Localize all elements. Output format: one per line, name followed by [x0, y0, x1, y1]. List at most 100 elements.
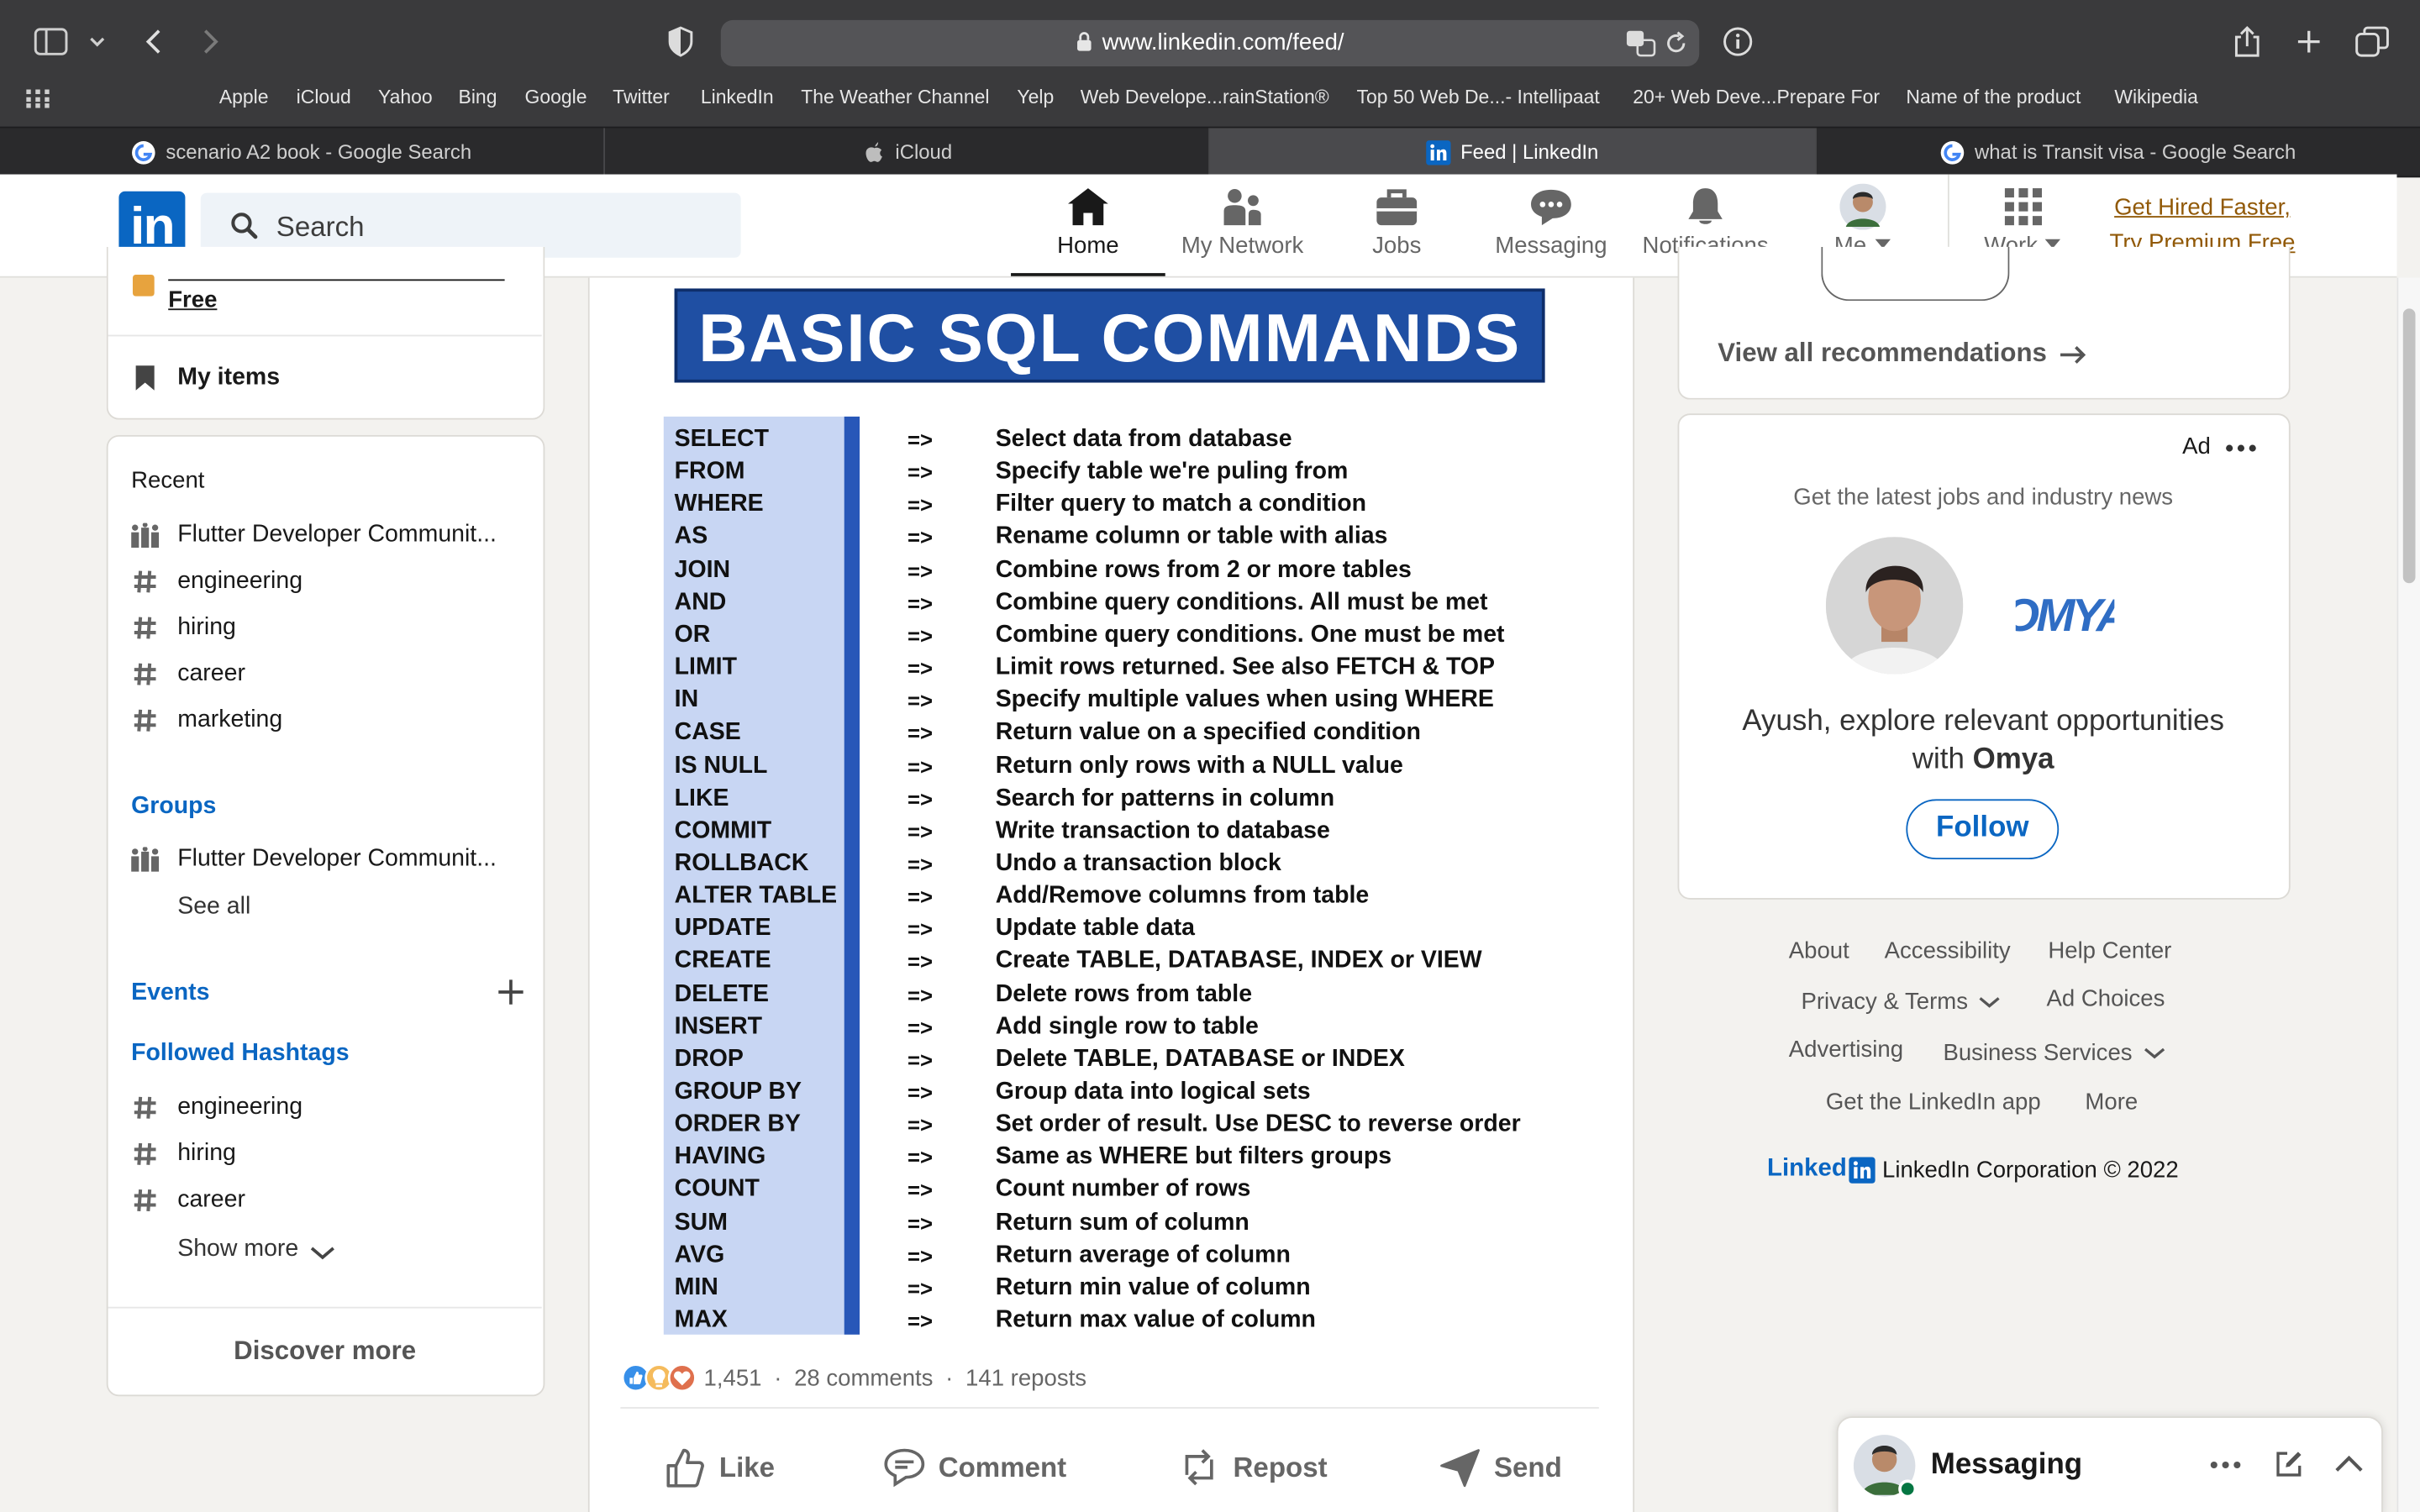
footer-app-link[interactable]: Get the LinkedIn app	[1826, 1089, 2041, 1116]
see-all-groups-link[interactable]: See all	[177, 893, 250, 921]
apple-icon	[861, 139, 886, 164]
sql-arrow: =>	[908, 1047, 934, 1073]
reaction-count[interactable]: 1,451	[704, 1365, 762, 1391]
recent-item-hiring[interactable]: hiring	[131, 614, 236, 642]
sql-arrow: =>	[908, 655, 934, 680]
share-icon[interactable]	[2227, 22, 2267, 62]
nav-jobs[interactable]: Jobs	[1319, 184, 1474, 276]
sidebar-toggle-icon[interactable]	[31, 22, 71, 62]
sql-arrow: =>	[908, 948, 934, 974]
nav-messaging[interactable]: Messaging	[1474, 184, 1628, 276]
footer-ad-choices-link[interactable]: Ad Choices	[2047, 986, 2165, 1012]
group-item-flutter[interactable]: Flutter Developer Communit...	[131, 846, 497, 874]
hashtag-item-engineering[interactable]: engineering	[131, 1094, 302, 1121]
bookmark-brainstation[interactable]: Web Develope...rainStation®	[1081, 87, 1329, 108]
hashtag-item-career[interactable]: career	[131, 1186, 245, 1214]
sql-arrow: =>	[908, 491, 934, 517]
footer-privacy-dropdown[interactable]: Privacy & Terms	[1801, 989, 2000, 1016]
sql-command-description: Update table data	[995, 915, 1196, 942]
footer-business-dropdown[interactable]: Business Services	[1943, 1040, 2165, 1066]
repost-count[interactable]: 141 reposts	[965, 1365, 1086, 1391]
info-icon[interactable]	[1718, 22, 1758, 62]
groups-link[interactable]: Groups	[131, 793, 216, 821]
recent-item-flutter[interactable]: Flutter Developer Communit...	[131, 522, 497, 549]
sql-command-name: MAX	[674, 1306, 728, 1333]
page-scrollbar[interactable]	[2396, 277, 2420, 1512]
bookmark-google[interactable]: Google	[524, 87, 587, 108]
like-button[interactable]: Like	[664, 1441, 775, 1494]
company-logo: OMYA	[2016, 579, 2115, 643]
sql-command-name: HAVING	[674, 1143, 766, 1170]
bookmark-twitter[interactable]: Twitter	[613, 87, 670, 108]
hashtag-icon	[131, 660, 159, 688]
google-icon	[132, 139, 156, 164]
sql-arrow: =>	[908, 1079, 934, 1105]
comment-count[interactable]: 28 comments	[794, 1365, 933, 1391]
bookmark-icloud[interactable]: iCloud	[297, 87, 351, 108]
comment-button[interactable]: Comment	[883, 1441, 1066, 1494]
bookmark-weather-channel[interactable]: The Weather Channel	[801, 87, 989, 108]
new-tab-icon[interactable]	[2289, 22, 2329, 62]
more-options-icon[interactable]	[2226, 444, 2257, 452]
tab-google-search[interactable]: scenario A2 book - Google Search	[0, 128, 605, 176]
messaging-overlay[interactable]: Messaging	[1836, 1416, 2383, 1512]
tab-linkedin-feed[interactable]: Feed | LinkedIn	[1210, 128, 1817, 176]
bookmark-intellipaat[interactable]: Top 50 Web De...- Intellipaat	[1356, 87, 1599, 108]
nav-my-network[interactable]: My Network	[1165, 184, 1320, 276]
hashtag-icon	[131, 614, 159, 642]
reaction-icons[interactable]	[620, 1362, 697, 1394]
address-bar[interactable]: www.linkedin.com/feed/	[720, 19, 1700, 66]
bookmark-product[interactable]: Name of the product	[1906, 87, 2081, 108]
back-icon[interactable]	[133, 22, 173, 62]
sql-command-name: SELECT	[674, 425, 769, 453]
sql-image-title: BASIC SQL COMMANDS	[674, 288, 1545, 383]
tab-overview-icon[interactable]	[2352, 22, 2392, 62]
cut-off-link-underline	[168, 279, 505, 281]
recent-item-engineering[interactable]: engineering	[131, 568, 302, 596]
bookmark-apple[interactable]: Apple	[219, 87, 269, 108]
bookmark-yelp[interactable]: Yelp	[1017, 87, 1054, 108]
followed-hashtags-link[interactable]: Followed Hashtags	[131, 1040, 349, 1068]
reload-icon[interactable]	[1665, 31, 1689, 55]
nav-home[interactable]: Home	[1011, 184, 1165, 276]
events-link[interactable]: Events	[131, 979, 209, 1007]
messaging-title: Messaging	[1930, 1448, 2083, 1482]
bookmark-wikipedia[interactable]: Wikipedia	[2114, 87, 2198, 108]
tab-icloud[interactable]: iCloud	[605, 128, 1210, 176]
footer-accessibility-link[interactable]: Accessibility	[1885, 938, 2011, 964]
premium-cut-link[interactable]: Free	[168, 287, 217, 313]
view-all-recommendations-link[interactable]: View all recommendations	[1718, 338, 2086, 369]
repost-button[interactable]: Repost	[1177, 1441, 1328, 1494]
sql-command-name: WHERE	[674, 491, 764, 517]
chevron-down-icon[interactable]	[77, 22, 118, 62]
more-options-icon[interactable]	[2210, 1461, 2241, 1469]
footer-about-link[interactable]: About	[1789, 938, 1849, 964]
tab-transit-visa[interactable]: what is Transit visa - Google Search	[1817, 128, 2420, 176]
recent-item-marketing[interactable]: marketing	[131, 706, 282, 734]
follow-button-partial[interactable]	[1821, 246, 2010, 302]
bookmark-yahoo[interactable]: Yahoo	[378, 87, 433, 108]
sql-command-description: Return only rows with a NULL value	[995, 753, 1403, 780]
translate-icon[interactable]	[1625, 29, 1656, 57]
follow-button[interactable]: Follow	[1906, 799, 2060, 860]
scrollbar-thumb[interactable]	[2402, 308, 2416, 584]
chevron-up-icon[interactable]	[2333, 1455, 2365, 1473]
recent-item-career[interactable]: career	[131, 660, 245, 688]
bookmark-bing[interactable]: Bing	[459, 87, 497, 108]
discover-more-button[interactable]: Discover more	[108, 1336, 542, 1368]
show-more-button[interactable]: Show more	[177, 1236, 335, 1263]
bookmark-web-dev[interactable]: 20+ Web Deve...Prepare For	[1633, 87, 1880, 108]
footer-advertising-link[interactable]: Advertising	[1789, 1037, 1903, 1063]
footer-help-link[interactable]: Help Center	[2048, 938, 2171, 964]
bookmark-linkedin[interactable]: LinkedIn	[701, 87, 774, 108]
hashtag-item-hiring[interactable]: hiring	[131, 1140, 236, 1168]
my-items-link[interactable]: My items	[131, 364, 280, 391]
forward-icon[interactable]	[192, 22, 232, 62]
privacy-shield-icon[interactable]	[660, 22, 701, 62]
footer-more-link[interactable]: More	[2085, 1089, 2138, 1116]
sql-arrow: =>	[908, 916, 934, 942]
apps-grid-icon[interactable]	[26, 89, 50, 108]
send-button[interactable]: Send	[1439, 1441, 1562, 1494]
add-event-icon[interactable]	[497, 978, 524, 1005]
compose-icon[interactable]	[2274, 1449, 2305, 1480]
